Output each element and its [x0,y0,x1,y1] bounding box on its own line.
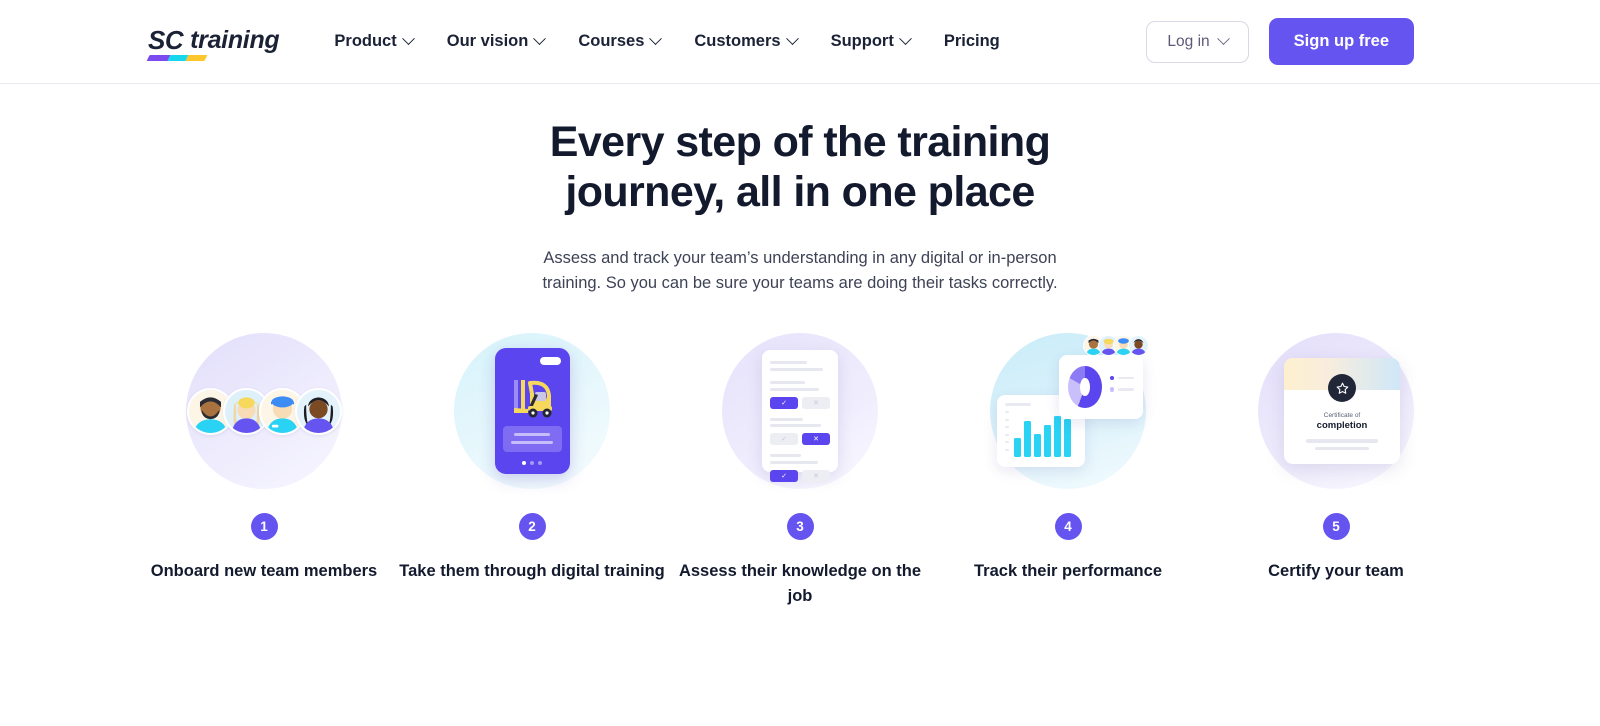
avatar [294,387,342,435]
logo-wordmark: training [190,25,280,54]
certificate-placeholder-lines [1284,439,1400,451]
star-badge-icon [1328,374,1356,403]
phone-mockup [494,348,570,475]
nav-item-pricing[interactable]: Pricing [927,22,1017,61]
phone-notch-icon [539,357,561,366]
avatar-group [1083,335,1149,357]
assessment-card: ✓ ✕ ✓ ✕ ✓ ✕ [762,350,838,482]
step-number-badge: 1 [250,513,278,541]
answer-correct-button[interactable]: ✓ [770,469,798,482]
chevron-down-icon [401,32,415,46]
step-item-2: 2 Take them through digital training [398,333,666,609]
step-caption: Onboard new team members [150,562,378,581]
step-item-4: 4 Track their performance [934,333,1202,609]
login-button[interactable]: Log in [1146,20,1249,63]
chevron-down-icon [1216,32,1230,46]
nav-item-customers[interactable]: Customers [677,22,813,61]
step-caption: Certify your team [1268,562,1404,581]
primary-navigation: Product Our vision Courses Customers Sup… [317,22,1146,61]
certificate-title: completion [1316,420,1368,432]
nav-label: Pricing [943,32,1000,50]
answer-correct-button[interactable]: ✓ [770,396,798,409]
donut-chart [1068,366,1102,409]
logo-stripe-icon [146,54,208,61]
step-illustration-assessment: ✓ ✕ ✓ ✕ ✓ ✕ [722,333,878,490]
answer-correct-button[interactable]: ✓ [770,433,798,446]
answer-row: ✓ ✕ [770,433,830,446]
step-illustration-certificate: Certificate of completion [1258,333,1414,490]
nav-label: Our vision [446,32,529,50]
certificate-card: Certificate of completion [1284,358,1400,465]
chevron-down-icon [898,32,912,46]
nav-item-courses[interactable]: Courses [561,22,677,61]
answer-row: ✓ ✕ [770,396,830,409]
step-item-3: ✓ ✕ ✓ ✕ ✓ ✕ 3 Assess their knowledge on … [666,333,934,609]
certificate-subtitle: Certificate of [1323,412,1361,420]
chevron-down-icon [785,32,799,46]
header-actions: Log in Sign up free [1146,18,1414,65]
site-logo[interactable]: SC training [146,24,280,61]
nav-item-support[interactable]: Support [814,22,927,61]
step-item-5: Certificate of completion 5 Certify your… [1202,333,1470,609]
nav-label: Product [334,32,397,50]
donut-chart-card [1059,355,1143,420]
step-number-badge: 4 [1054,513,1082,541]
nav-label: Customers [694,32,781,50]
nav-item-product[interactable]: Product [317,22,429,61]
nav-label: Courses [578,32,645,50]
carousel-dots[interactable] [495,461,570,466]
login-label: Log in [1167,32,1210,50]
site-header: SC training Product Our vision Courses C… [0,0,1600,84]
analytics-illustration [993,335,1149,481]
phone-text-block [502,426,562,453]
step-caption: Track their performance [974,562,1162,581]
chart-axis [1005,411,1010,457]
signup-button[interactable]: Sign up free [1268,18,1414,65]
step-illustration-team-avatars [186,333,342,490]
step-illustration-mobile-training [454,333,610,490]
step-caption: Take them through digital training [399,562,665,581]
hero-section: Every step of the training journey, all … [0,84,1600,297]
step-caption: Assess their knowledge on the job [678,562,922,605]
hero-subheading: Assess and track your team’s understandi… [542,248,1058,293]
nav-label: Support [830,32,894,50]
avatar-group [186,387,342,435]
answer-wrong-button[interactable]: ✕ [802,433,830,446]
step-item-1: 1 Onboard new team members [130,333,398,609]
step-number-badge: 3 [786,513,814,541]
page-title: Every step of the training journey, all … [549,118,1051,216]
chart-legend [1109,375,1134,399]
answer-wrong-button[interactable]: ✕ [802,469,830,482]
nav-item-our-vision[interactable]: Our vision [430,22,562,61]
steps-list: 1 Onboard new team members 2 Take them t… [0,333,1600,609]
chevron-down-icon [533,32,547,46]
step-number-badge: 5 [1322,513,1350,541]
answer-wrong-button[interactable]: ✕ [802,396,830,409]
answer-row: ✓ ✕ [770,469,830,482]
forklift-icon [513,380,552,418]
step-number-badge: 2 [518,513,546,541]
step-illustration-analytics [990,333,1149,490]
logo-mark: SC [148,24,184,55]
chevron-down-icon [649,32,663,46]
avatar [1128,335,1149,357]
